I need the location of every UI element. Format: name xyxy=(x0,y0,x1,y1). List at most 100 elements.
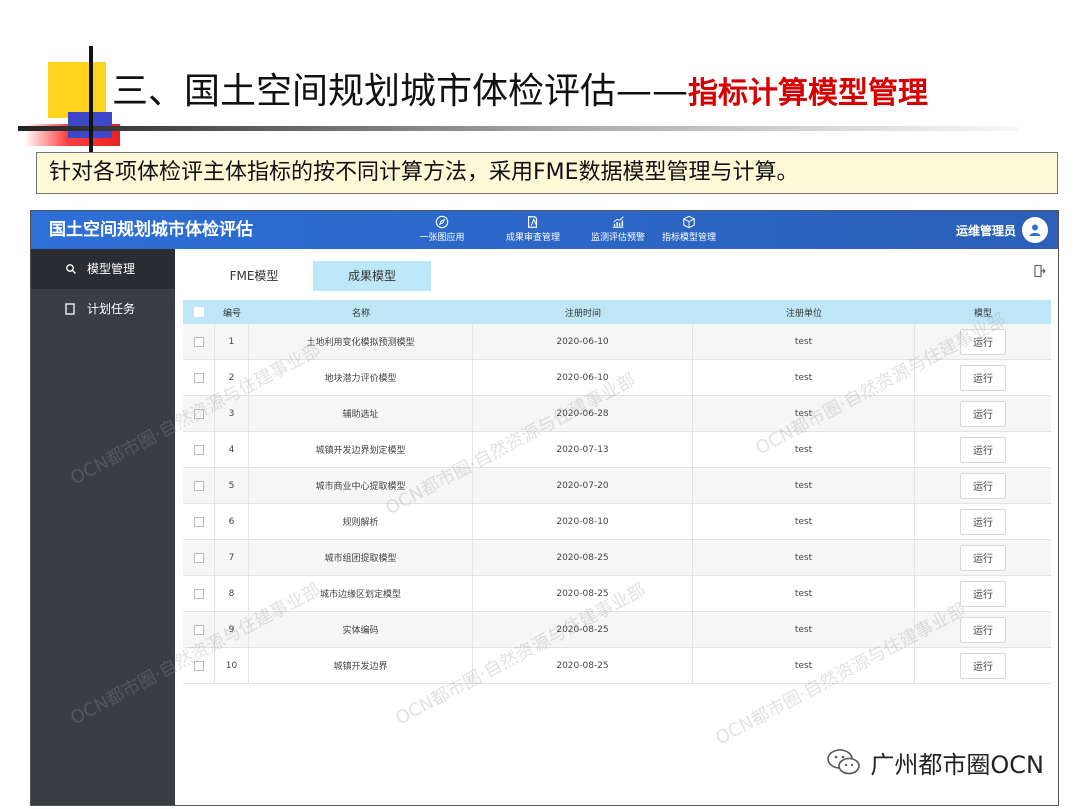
row-name: 辅助选址 xyxy=(249,396,473,431)
tab-bar: FME模型 成果模型 xyxy=(175,249,1058,297)
row-name: 城市边缘区划定模型 xyxy=(249,576,473,611)
row-num: 1 xyxy=(215,324,249,359)
header-time: 注册时间 xyxy=(564,308,601,319)
row-unit: test xyxy=(693,504,915,539)
search-icon xyxy=(65,263,79,275)
slide-subtitle: 针对各项体检评主体指标的按不同计算方法，采用FME数据模型管理与计算。 xyxy=(36,152,1058,194)
row-checkbox-cell xyxy=(183,324,215,359)
row-name: 土地利用变化模拟预测模型 xyxy=(249,324,473,359)
select-all-checkbox[interactable] xyxy=(194,307,204,317)
row-num: 7 xyxy=(215,540,249,575)
row-checkbox[interactable] xyxy=(193,552,204,563)
row-checkbox[interactable] xyxy=(193,660,204,671)
row-time: 2020-07-20 xyxy=(473,468,693,503)
table-row: 10 城镇开发边界 2020-08-25 test 运行 xyxy=(183,648,1051,684)
table-row: 5 城市商业中心提取模型 2020-07-20 test 运行 xyxy=(183,468,1051,504)
run-button[interactable]: 运行 xyxy=(960,472,1006,499)
logout-icon[interactable] xyxy=(1034,263,1046,282)
row-checkbox[interactable] xyxy=(193,372,204,383)
main-content: FME模型 成果模型 编号 名称 注册时间 注册单位 模型 1 土地利用变化模拟预… xyxy=(175,249,1058,805)
sidebar-item-model-management[interactable]: 模型管理 xyxy=(31,249,175,289)
run-button[interactable]: 运行 xyxy=(960,580,1006,607)
slide-title-main: 三、国土空间规划城市体检评估—— xyxy=(112,71,689,112)
cube-icon xyxy=(683,215,695,229)
row-checkbox-cell xyxy=(183,432,215,467)
sidebar: 模型管理 计划任务 xyxy=(31,249,175,805)
decor-vertical-line xyxy=(89,46,93,164)
row-unit: test xyxy=(693,360,915,395)
row-name: 实体编码 xyxy=(249,612,473,647)
nav-label: 成果审查管理 xyxy=(505,233,560,243)
row-unit: test xyxy=(693,648,915,683)
row-model-cell: 运行 xyxy=(915,432,1051,467)
row-model-cell: 运行 xyxy=(915,540,1051,575)
row-name: 地块潜力评价模型 xyxy=(249,360,473,395)
table-row: 7 城市组团提取模型 2020-08-25 test 运行 xyxy=(183,540,1051,576)
row-checkbox[interactable] xyxy=(193,588,204,599)
row-model-cell: 运行 xyxy=(915,504,1051,539)
run-button[interactable]: 运行 xyxy=(960,400,1006,427)
row-time: 2020-08-25 xyxy=(473,576,693,611)
brand-label: 广州都市圈OCN xyxy=(826,742,1044,782)
avatar[interactable] xyxy=(1022,217,1048,243)
row-name: 城镇开发边界划定模型 xyxy=(249,432,473,467)
run-button[interactable]: 运行 xyxy=(960,364,1006,391)
row-num: 5 xyxy=(215,468,249,503)
row-unit: test xyxy=(693,468,915,503)
slide-title: 三、国土空间规划城市体检评估——指标计算模型管理 xyxy=(112,68,928,118)
row-model-cell: 运行 xyxy=(915,468,1051,503)
table-row: 1 土地利用变化模拟预测模型 2020-06-10 test 运行 xyxy=(183,324,1051,360)
nav-item-review[interactable]: 成果审查管理 xyxy=(503,211,563,249)
row-unit: test xyxy=(693,612,915,647)
row-checkbox[interactable] xyxy=(193,480,204,491)
nav-item-map[interactable]: 一张图应用 xyxy=(417,211,467,249)
row-checkbox[interactable] xyxy=(193,516,204,527)
row-name: 城市商业中心提取模型 xyxy=(249,468,473,503)
nav-item-model[interactable]: 指标模型管理 xyxy=(657,211,721,249)
tab-result-models[interactable]: 成果模型 xyxy=(313,261,431,291)
header-num: 编号 xyxy=(222,308,241,319)
run-button[interactable]: 运行 xyxy=(960,328,1006,355)
run-button[interactable]: 运行 xyxy=(960,652,1006,679)
sidebar-item-scheduled-tasks[interactable]: 计划任务 xyxy=(31,289,175,329)
row-checkbox-cell xyxy=(183,360,215,395)
document-edit-icon xyxy=(528,216,538,228)
run-button[interactable]: 运行 xyxy=(960,544,1006,571)
table-header: 编号 名称 注册时间 注册单位 模型 xyxy=(183,300,1051,324)
row-checkbox[interactable] xyxy=(193,408,204,419)
nav-item-monitor[interactable]: 监测评估预警 xyxy=(586,211,650,249)
wechat-icon xyxy=(827,749,861,775)
row-checkbox[interactable] xyxy=(193,336,204,347)
row-num: 2 xyxy=(215,360,249,395)
row-checkbox[interactable] xyxy=(193,444,204,455)
tab-fme-models[interactable]: FME模型 xyxy=(195,261,313,291)
run-button[interactable]: 运行 xyxy=(960,436,1006,463)
decor-horizontal-line xyxy=(18,126,1018,131)
row-num: 3 xyxy=(215,396,249,431)
model-table: 编号 名称 注册时间 注册单位 模型 1 土地利用变化模拟预测模型 2020-06-… xyxy=(183,300,1051,684)
row-checkbox-cell xyxy=(183,504,215,539)
user-name: 运维管理员 xyxy=(955,223,1016,238)
row-checkbox-cell xyxy=(183,468,215,503)
user-menu[interactable]: 运维管理员 xyxy=(956,211,1048,249)
header-model: 模型 xyxy=(973,308,992,319)
row-checkbox[interactable] xyxy=(193,624,204,635)
brand-text: 广州都市圈OCN xyxy=(870,750,1044,779)
row-checkbox-cell xyxy=(183,648,215,683)
table-row: 4 城镇开发边界划定模型 2020-07-13 test 运行 xyxy=(183,432,1051,468)
slide-title-accent: 指标计算模型管理 xyxy=(688,76,929,111)
run-button[interactable]: 运行 xyxy=(960,508,1006,535)
row-name: 城镇开发边界 xyxy=(249,648,473,683)
compass-icon xyxy=(435,215,449,229)
row-model-cell: 运行 xyxy=(915,648,1051,683)
nav-label: 指标模型管理 xyxy=(661,233,716,243)
run-button[interactable]: 运行 xyxy=(960,616,1006,643)
row-unit: test xyxy=(693,576,915,611)
row-name: 城市组团提取模型 xyxy=(249,540,473,575)
sidebar-item-label: 模型管理 xyxy=(87,262,136,276)
table-body: 1 土地利用变化模拟预测模型 2020-06-10 test 运行 2 地块潜力评价模型 20… xyxy=(183,324,1051,684)
decor-yellow-block xyxy=(48,62,106,118)
app-topbar: 国土空间规划城市体检评估 一张图应用 成果审查管理 监测评估预警 指标模型管理 … xyxy=(31,211,1058,249)
row-unit: test xyxy=(693,324,915,359)
row-num: 4 xyxy=(215,432,249,467)
